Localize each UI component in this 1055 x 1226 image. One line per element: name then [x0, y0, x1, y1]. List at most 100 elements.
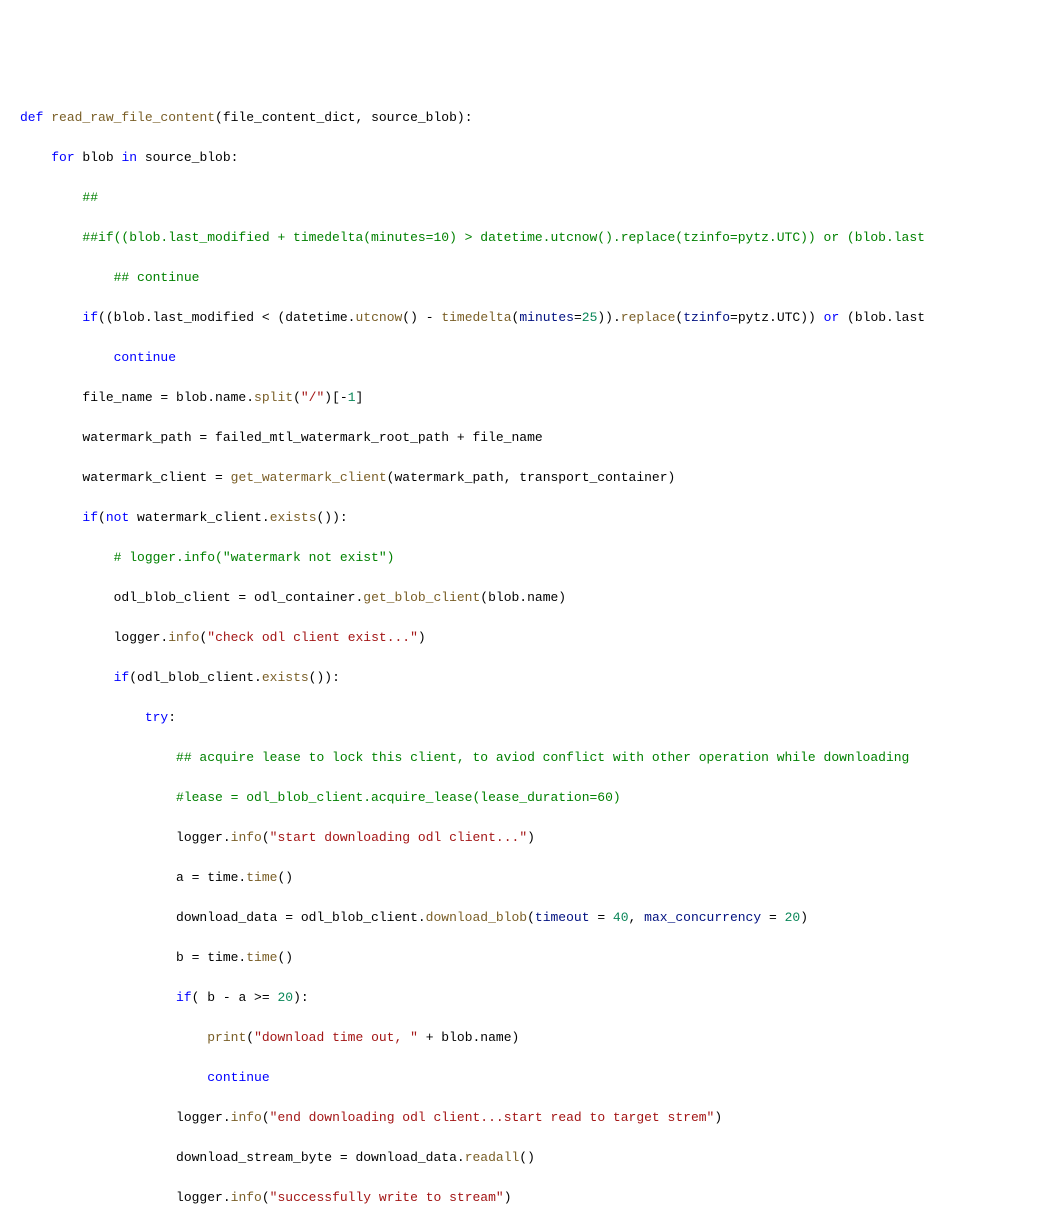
code-text: = — [590, 910, 613, 925]
call: readall — [465, 1150, 520, 1165]
code-text: ( b - a >= — [192, 990, 278, 1005]
code-line: if( b - a >= 20): — [20, 988, 1055, 1008]
code-line: ## continue — [20, 268, 1055, 288]
keyword-in: in — [121, 150, 137, 165]
code-text: ( — [262, 1110, 270, 1125]
code-text: watermark_path = failed_mtl_watermark_ro… — [20, 430, 543, 445]
code-text: watermark_client = — [20, 470, 231, 485]
comment: #lease = odl_blob_client.acquire_lease(l… — [20, 790, 621, 805]
code-text: () - — [402, 310, 441, 325]
call: info — [231, 1190, 262, 1205]
code-line: download_stream_byte = download_data.rea… — [20, 1148, 1055, 1168]
kwarg: tzinfo — [683, 310, 730, 325]
number: 40 — [613, 910, 629, 925]
code-line: if(not watermark_client.exists()): — [20, 508, 1055, 528]
keyword-if: if — [176, 990, 192, 1005]
number: 20 — [277, 990, 293, 1005]
code-line: if(odl_blob_client.exists()): — [20, 668, 1055, 688]
params: (file_content_dict, source_blob): — [215, 110, 472, 125]
code-text: ): — [293, 990, 309, 1005]
string: "/" — [301, 390, 324, 405]
code-text: )[- — [324, 390, 347, 405]
call: info — [231, 830, 262, 845]
code-text: ( — [246, 1030, 254, 1045]
code-text: ((blob.last_modified < (datetime. — [98, 310, 355, 325]
code-text: file_name = blob.name. — [20, 390, 254, 405]
call: time — [246, 950, 277, 965]
call: get_blob_client — [363, 590, 480, 605]
code-line: file_name = blob.name.split("/")[-1] — [20, 388, 1055, 408]
code-line: continue — [20, 1068, 1055, 1088]
code-text: ( — [199, 630, 207, 645]
keyword-try: try — [145, 710, 168, 725]
code-text: =pytz.UTC)) — [730, 310, 824, 325]
code-line: logger.info("end downloading odl client.… — [20, 1108, 1055, 1128]
code-text: ) — [418, 630, 426, 645]
code-text: : — [168, 710, 176, 725]
code-text: logger. — [20, 630, 168, 645]
code-text: ()): — [317, 510, 348, 525]
code-text: logger. — [20, 1110, 231, 1125]
code-text: () — [519, 1150, 535, 1165]
string: "start downloading odl client..." — [270, 830, 527, 845]
code-text: logger. — [20, 830, 231, 845]
kwarg: timeout — [535, 910, 590, 925]
code-text: = — [574, 310, 582, 325]
keyword-not: not — [106, 510, 129, 525]
comment: # logger.info("watermark not exist") — [20, 550, 394, 565]
code-line: # logger.info("watermark not exist") — [20, 548, 1055, 568]
code-text: ()): — [309, 670, 340, 685]
code-text: (odl_blob_client. — [129, 670, 262, 685]
kwarg: minutes — [519, 310, 574, 325]
keyword-def: def — [20, 110, 43, 125]
code-text: (blob.last — [839, 310, 925, 325]
code-text: + blob.name) — [418, 1030, 519, 1045]
code-text: )). — [597, 310, 620, 325]
comment: ## — [20, 190, 98, 205]
keyword-or: or — [824, 310, 840, 325]
code-line: logger.info("start downloading odl clien… — [20, 828, 1055, 848]
code-line: download_data = odl_blob_client.download… — [20, 908, 1055, 928]
code-text: ) — [527, 830, 535, 845]
keyword-if: if — [114, 670, 130, 685]
function-name: read_raw_file_content — [51, 110, 215, 125]
code-line: #lease = odl_blob_client.acquire_lease(l… — [20, 788, 1055, 808]
code-text: download_stream_byte = download_data. — [20, 1150, 465, 1165]
code-text: a = time. — [20, 870, 246, 885]
code-line: if((blob.last_modified < (datetime.utcno… — [20, 308, 1055, 328]
code-line: print("download time out, " + blob.name) — [20, 1028, 1055, 1048]
code-line: watermark_client = get_watermark_client(… — [20, 468, 1055, 488]
number: 25 — [582, 310, 598, 325]
call: exists — [270, 510, 317, 525]
code-text: ) — [714, 1110, 722, 1125]
kwarg: max_concurrency — [644, 910, 761, 925]
code-editor[interactable]: def read_raw_file_content(file_content_d… — [20, 88, 1055, 1226]
call: exists — [262, 670, 309, 685]
call: time — [246, 870, 277, 885]
code-text: ( — [293, 390, 301, 405]
keyword-continue: continue — [207, 1070, 269, 1085]
code-text: ( — [98, 510, 106, 525]
code-text: download_data = odl_blob_client. — [20, 910, 426, 925]
code-text: logger. — [20, 1190, 231, 1205]
number: 1 — [348, 390, 356, 405]
call: timedelta — [441, 310, 511, 325]
code-line: odl_blob_client = odl_container.get_blob… — [20, 588, 1055, 608]
call: utcnow — [355, 310, 402, 325]
code-line: logger.info("successfully write to strea… — [20, 1188, 1055, 1208]
code-line: ##if((blob.last_modified + timedelta(min… — [20, 228, 1055, 248]
code-text: watermark_client. — [129, 510, 269, 525]
keyword-continue: continue — [114, 350, 176, 365]
code-line: logger.info("check odl client exist...") — [20, 628, 1055, 648]
code-text — [20, 1030, 207, 1045]
code-text: (watermark_path, transport_container) — [387, 470, 676, 485]
code-line: try: — [20, 708, 1055, 728]
call: replace — [621, 310, 676, 325]
code-text: odl_blob_client = odl_container. — [20, 590, 363, 605]
code-line: ## — [20, 188, 1055, 208]
code-text: ( — [262, 1190, 270, 1205]
code-text: ( — [527, 910, 535, 925]
string: "successfully write to stream" — [270, 1190, 504, 1205]
code-text: ( — [262, 830, 270, 845]
code-line: a = time.time() — [20, 868, 1055, 888]
